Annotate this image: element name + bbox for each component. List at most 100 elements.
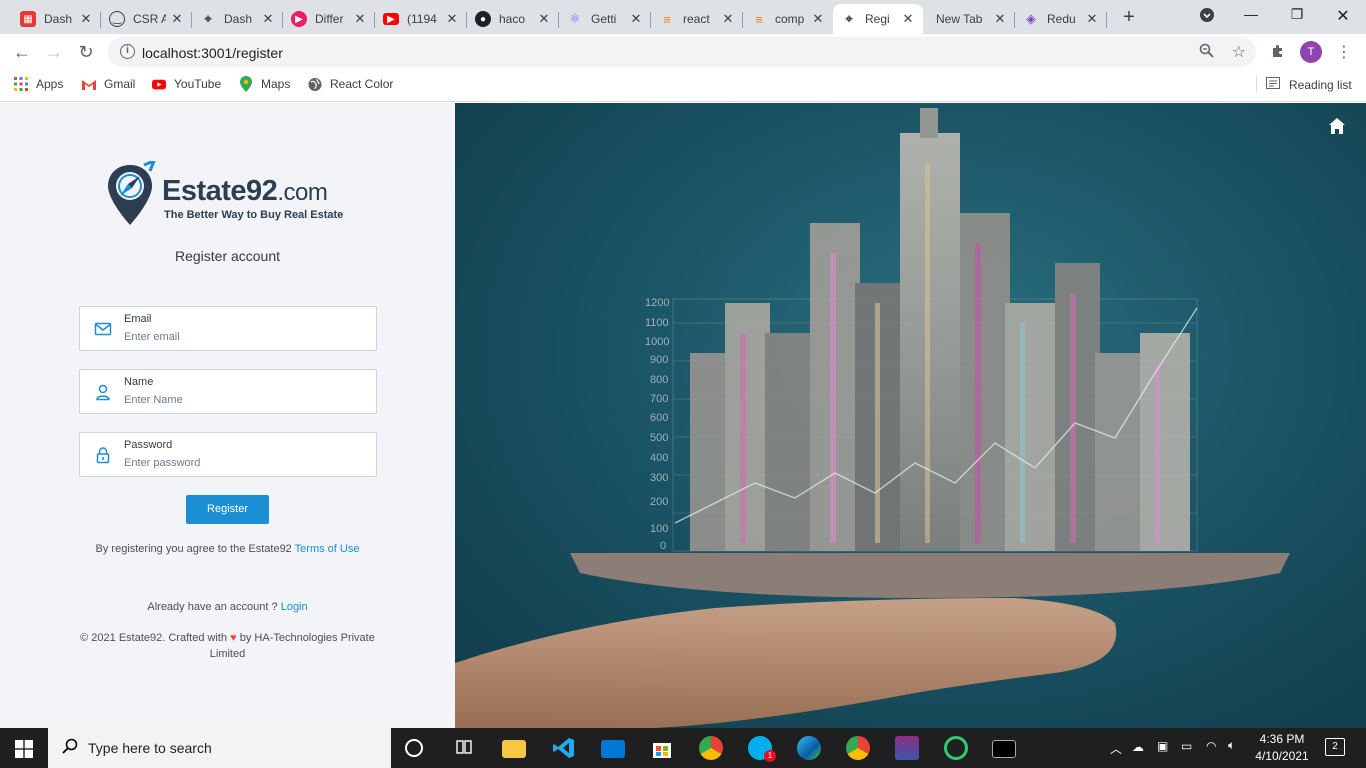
password-field[interactable]: Password: [79, 432, 377, 477]
app-ring-icon[interactable]: [944, 736, 968, 760]
restore-button[interactable]: ❐: [1282, 6, 1312, 23]
back-button[interactable]: ←: [10, 40, 34, 64]
browser-tab[interactable]: ⌖ Dash ✕: [192, 4, 283, 34]
browser-tab[interactable]: ‿ CSR A ✕: [101, 4, 192, 34]
battery-icon[interactable]: ▭: [1181, 739, 1192, 753]
browser-tab-strip: ▦ Dash ✕ ‿ CSR A ✕ ⌖ Dash ✕ ▶ Differ ✕ ▶…: [0, 0, 1366, 34]
mail-app-icon[interactable]: [601, 740, 625, 758]
close-icon[interactable]: ✕: [79, 11, 93, 27]
password-input[interactable]: [124, 455, 364, 471]
new-tab-button[interactable]: +: [1118, 6, 1140, 28]
tray-expand-icon[interactable]: ︿: [1110, 740, 1122, 757]
wifi-icon[interactable]: ◠: [1206, 739, 1216, 753]
name-input[interactable]: [124, 392, 364, 408]
bookmark-maps[interactable]: Maps: [239, 76, 290, 92]
edge-icon[interactable]: [797, 736, 821, 760]
vscode-icon[interactable]: [552, 736, 576, 760]
store-icon[interactable]: [650, 736, 674, 760]
skype-badge: 1: [764, 750, 776, 762]
email-label: Email: [124, 313, 152, 325]
close-icon[interactable]: ✕: [261, 11, 275, 27]
smiley-icon: ‿: [109, 11, 125, 27]
windows-taskbar: Type here to search 1 ︿ ☁ ▣ ▭ ◠ 🔈︎ 4:36 …: [0, 728, 1366, 768]
browser-tab[interactable]: ≡ comp ✕: [743, 4, 833, 34]
bookmark-apps[interactable]: Apps: [14, 77, 63, 91]
close-icon[interactable]: ✕: [170, 11, 184, 27]
home-icon[interactable]: [1328, 117, 1346, 135]
tab-search-icon[interactable]: [1192, 8, 1222, 25]
browser-tab[interactable]: New Tab ✕: [923, 4, 1015, 34]
chrome-icon[interactable]: [699, 736, 723, 760]
reading-list-button[interactable]: Reading list: [1256, 75, 1352, 93]
extensions-puzzle-icon[interactable]: [1270, 43, 1286, 63]
heart-icon: ♥: [230, 632, 237, 644]
browser-tab[interactable]: ▶ Differ ✕: [283, 4, 375, 34]
browser-tab[interactable]: ◈ Redu ✕: [1015, 4, 1107, 34]
close-icon[interactable]: ✕: [629, 11, 643, 27]
chart-axis-label: 1100: [645, 317, 669, 329]
browser-tab-active[interactable]: ⌖ Regi ✕: [833, 4, 923, 34]
bookmark-gmail[interactable]: Gmail: [82, 77, 135, 91]
more-menu-icon[interactable]: ⋮: [1336, 42, 1352, 62]
login-link[interactable]: Login: [281, 601, 308, 613]
register-button[interactable]: Register: [186, 495, 269, 524]
browser-tab[interactable]: ≡ react ✕: [651, 4, 743, 34]
forward-button[interactable]: →: [42, 40, 66, 64]
cortana-icon[interactable]: [405, 739, 423, 757]
taskbar-clock[interactable]: 4:36 PM 4/10/2021: [1250, 731, 1314, 765]
login-prompt: Already have an account ? Login: [0, 601, 455, 613]
search-placeholder: Type here to search: [88, 740, 212, 756]
task-view-icon[interactable]: [453, 736, 477, 760]
bookmark-youtube[interactable]: YouTube: [152, 77, 221, 91]
close-icon[interactable]: ✕: [811, 11, 825, 27]
zoom-icon[interactable]: [1199, 43, 1214, 62]
terminal-icon[interactable]: [992, 740, 1016, 758]
tablet: [570, 553, 1290, 598]
browser-tab[interactable]: ● haco ✕: [467, 4, 559, 34]
close-icon[interactable]: ✕: [1085, 11, 1099, 27]
reload-button[interactable]: ↻: [74, 40, 98, 64]
user-icon: [94, 383, 112, 401]
browser-tab[interactable]: ▶ (1194 ✕: [375, 4, 467, 34]
browser-tab[interactable]: ▦ Dash ✕: [12, 4, 101, 34]
taskbar-search[interactable]: Type here to search: [48, 728, 391, 768]
notification-center-button[interactable]: 2: [1325, 738, 1345, 756]
close-icon[interactable]: ✕: [445, 11, 459, 27]
tab-title: react: [683, 12, 710, 26]
email-input[interactable]: [124, 329, 364, 345]
clock-date: 4/10/2021: [1255, 749, 1309, 763]
info-icon[interactable]: i: [120, 44, 135, 59]
gmail-icon: [82, 77, 96, 91]
bookmark-react-color[interactable]: React Color: [308, 77, 393, 91]
tab-title: Dash: [224, 12, 253, 26]
estate92-logo[interactable]: Estate92.com The Better Way to Buy Real …: [106, 161, 356, 229]
profile-avatar[interactable]: T: [1300, 41, 1322, 63]
close-icon[interactable]: ✕: [993, 11, 1007, 27]
address-bar[interactable]: i localhost:3001/register ☆: [108, 37, 1256, 67]
email-field[interactable]: Email: [79, 306, 377, 351]
lock-icon: [94, 446, 112, 464]
close-icon[interactable]: ✕: [353, 11, 367, 27]
close-icon[interactable]: ✕: [721, 11, 735, 27]
browser-toolbar: ← → ↻ i localhost:3001/register ☆ T ⋮: [0, 34, 1366, 70]
file-explorer-icon[interactable]: [502, 740, 526, 758]
display-icon[interactable]: ▣: [1157, 739, 1168, 753]
windows-start-icon[interactable]: [15, 740, 33, 758]
youtube-icon: [152, 77, 166, 91]
close-icon[interactable]: ✕: [901, 11, 915, 27]
minimize-button[interactable]: —: [1236, 6, 1266, 22]
browser-tab[interactable]: ⚛ Getti ✕: [559, 4, 651, 34]
volume-icon[interactable]: 🔈︎: [1228, 738, 1235, 753]
terms-of-use-link[interactable]: Terms of Use: [295, 543, 360, 555]
close-icon[interactable]: ✕: [537, 11, 551, 27]
winrar-icon[interactable]: [895, 736, 919, 760]
onedrive-icon[interactable]: ☁: [1132, 740, 1144, 754]
bookmark-star-icon[interactable]: ☆: [1232, 42, 1246, 62]
tab-title: New Tab: [936, 12, 983, 26]
name-field[interactable]: Name: [79, 369, 377, 414]
close-window-button[interactable]: ✕: [1328, 6, 1358, 26]
chart-axis-label: 200: [650, 496, 668, 508]
url-text[interactable]: localhost:3001/register: [142, 45, 283, 61]
chrome-active-icon[interactable]: [846, 736, 870, 760]
skype-icon[interactable]: 1: [748, 736, 776, 762]
